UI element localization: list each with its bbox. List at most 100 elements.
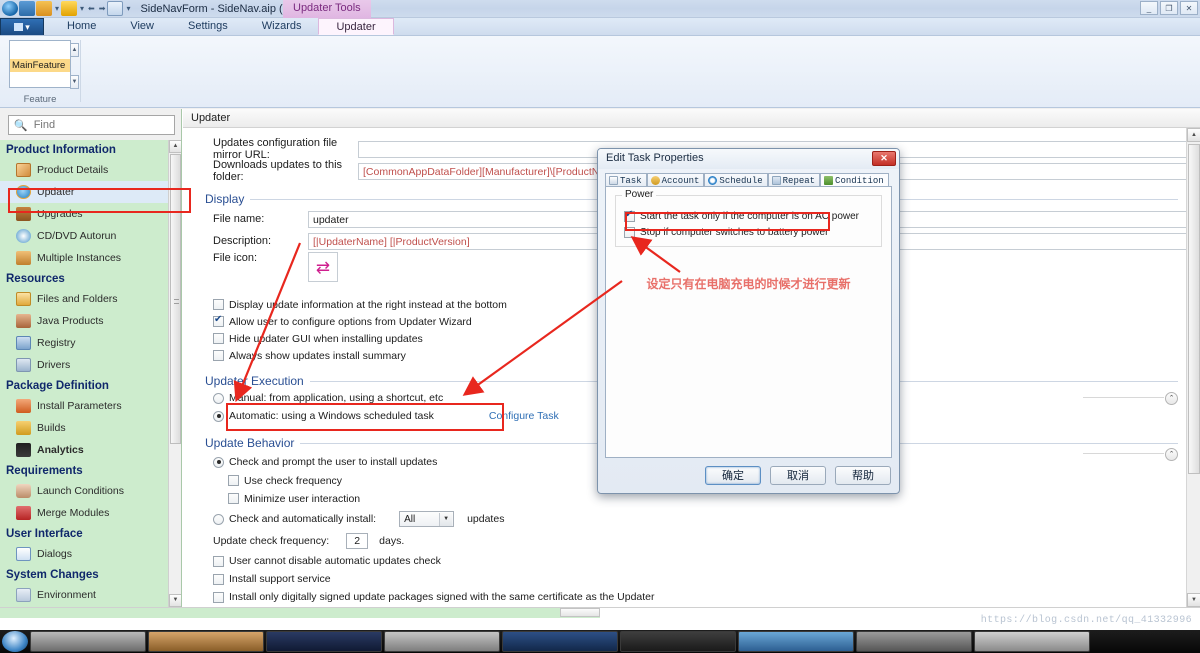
dialog-tab-task[interactable]: Task: [605, 173, 647, 187]
build-icon[interactable]: [36, 1, 52, 16]
updater-execution-label: Updater Execution: [205, 374, 304, 388]
page-scroll-down-icon[interactable]: ▼: [1187, 593, 1200, 607]
customize-qat-icon[interactable]: ▾: [126, 4, 130, 13]
dialog-tab-schedule[interactable]: Schedule: [704, 173, 767, 187]
mail-icon[interactable]: [107, 1, 123, 16]
tab-view[interactable]: View: [113, 18, 171, 35]
sidebar-item-environment[interactable]: Environment: [0, 584, 181, 606]
app-orb-icon[interactable]: [2, 1, 18, 16]
feature-listbox[interactable]: MainFeature ▲ ▼: [9, 40, 71, 88]
search-box[interactable]: 🔎: [8, 115, 175, 135]
sidebar-item-dialogs[interactable]: Dialogs: [0, 543, 181, 565]
checkbox-icon[interactable]: [228, 493, 239, 504]
help-button[interactable]: 帮助: [835, 466, 891, 485]
sidebar-item-install-parameters[interactable]: Install Parameters: [0, 395, 181, 417]
updates-type-select[interactable]: All ▼: [399, 511, 454, 527]
back-icon[interactable]: ⬅: [88, 4, 95, 13]
file-icon-button[interactable]: ⇄: [308, 252, 338, 282]
minimize-button[interactable]: _: [1140, 1, 1158, 15]
radio-icon[interactable]: [213, 411, 224, 422]
radio-icon[interactable]: [213, 457, 224, 468]
checkbox-icon[interactable]: [228, 475, 239, 486]
analytics-icon: [16, 443, 31, 457]
sidebar-item-drivers[interactable]: Drivers: [0, 354, 181, 376]
taskbar-item[interactable]: [856, 631, 972, 652]
update-check-frequency-input[interactable]: 2: [346, 533, 368, 549]
cancel-button[interactable]: 取消: [770, 466, 826, 485]
taskbar-item[interactable]: [974, 631, 1090, 652]
power-group-label: Power: [622, 189, 656, 200]
sidebar-item-label: Drivers: [37, 359, 70, 371]
sidebar-item-merge-modules[interactable]: Merge Modules: [0, 502, 181, 524]
sidebar-item-builds[interactable]: Builds: [0, 417, 181, 439]
forward-icon[interactable]: ➡: [99, 4, 106, 13]
java-icon: [16, 314, 31, 328]
tab-wizards[interactable]: Wizards: [245, 18, 319, 35]
file-name-label: File name:: [213, 213, 308, 225]
radio-icon[interactable]: [213, 393, 224, 404]
close-button[interactable]: ✕: [1180, 1, 1198, 15]
checkbox-icon[interactable]: [213, 556, 224, 567]
checkbox-label: Use check frequency: [244, 475, 342, 487]
checkbox-icon[interactable]: [213, 299, 224, 310]
taskbar-item[interactable]: [266, 631, 382, 652]
checkbox-user-cannot-disable[interactable]: User cannot disable automatic updates ch…: [183, 552, 1200, 570]
search-input[interactable]: [32, 118, 169, 132]
task-icon: [609, 176, 618, 185]
save-icon[interactable]: [19, 1, 35, 16]
checkbox-icon[interactable]: [213, 574, 224, 585]
condition-icon: [824, 176, 833, 185]
sidebar-item-product-details[interactable]: Product Details: [0, 159, 181, 181]
tab-home[interactable]: Home: [50, 18, 113, 35]
ok-button[interactable]: 确定: [705, 466, 761, 485]
dialog-tab-repeat[interactable]: Repeat: [768, 173, 820, 187]
radio-icon[interactable]: [213, 514, 224, 525]
page-scrollbar[interactable]: ▲ ▼: [1186, 128, 1200, 607]
checkbox-icon[interactable]: [213, 350, 224, 361]
run-icon[interactable]: [61, 1, 77, 16]
taskbar-item[interactable]: [384, 631, 500, 652]
taskbar-item[interactable]: [738, 631, 854, 652]
tab-updater[interactable]: Updater: [318, 18, 393, 35]
page-scroll-up-icon[interactable]: ▲: [1187, 128, 1200, 142]
sidebar-item-analytics[interactable]: Analytics: [0, 439, 181, 461]
chevron-down-icon[interactable]: ▼: [439, 513, 452, 526]
taskbar-item[interactable]: [148, 631, 264, 652]
dialog-tab-condition[interactable]: Condition: [820, 173, 889, 187]
tab-settings[interactable]: Settings: [171, 18, 245, 35]
collapse-button-execution[interactable]: ⌃: [1165, 392, 1178, 405]
dialog-tab-account[interactable]: Account: [647, 173, 705, 187]
feature-scroll-down-icon[interactable]: ▼: [70, 75, 79, 89]
page-scroll-thumb[interactable]: [1188, 144, 1200, 474]
start-button-icon[interactable]: [2, 631, 28, 652]
radio-label: Check and automatically install:: [229, 513, 376, 525]
sidebar-item-registry[interactable]: Registry: [0, 332, 181, 354]
application-menu-button[interactable]: ▾: [0, 18, 44, 35]
collapse-button-behavior[interactable]: ⌃: [1165, 448, 1178, 461]
build-dropdown-icon[interactable]: ▾: [55, 4, 59, 13]
dialog-close-button[interactable]: ✕: [872, 151, 896, 166]
sidebar-item-cd-dvd-autorun[interactable]: CD/DVD Autorun: [0, 225, 181, 247]
run-dropdown-icon[interactable]: ▾: [80, 4, 84, 13]
checkbox-install-signed-only[interactable]: Install only digitally signed update pac…: [183, 588, 1200, 606]
status-button[interactable]: [560, 608, 600, 617]
checkbox-install-support-service[interactable]: Install support service: [183, 570, 1200, 588]
taskbar-item[interactable]: [30, 631, 146, 652]
taskbar-item[interactable]: [502, 631, 618, 652]
checkbox-icon[interactable]: [213, 316, 224, 327]
sidebar-scroll-up-icon[interactable]: ▲: [169, 140, 182, 153]
description-label: Description:: [213, 235, 308, 247]
checkbox-icon[interactable]: [213, 592, 224, 603]
feature-scroll-up-icon[interactable]: ▲: [70, 43, 79, 57]
restore-button[interactable]: ❐: [1160, 1, 1178, 15]
sidebar-item-files-and-folders[interactable]: Files and Folders: [0, 288, 181, 310]
radio-check-and-auto-install[interactable]: Check and automatically install: All ▼ u…: [183, 508, 1200, 530]
sidebar-item-java-products[interactable]: Java Products: [0, 310, 181, 332]
taskbar-item[interactable]: [620, 631, 736, 652]
checkbox-icon[interactable]: [213, 333, 224, 344]
sidebar-scroll-down-icon[interactable]: ▼: [169, 594, 182, 607]
feature-item-mainfeature[interactable]: MainFeature: [10, 59, 70, 72]
sidebar-item-multiple-instances[interactable]: Multiple Instances: [0, 247, 181, 269]
sidebar-item-launch-conditions[interactable]: Launch Conditions: [0, 480, 181, 502]
sidebar-item-label: Dialogs: [37, 548, 72, 560]
